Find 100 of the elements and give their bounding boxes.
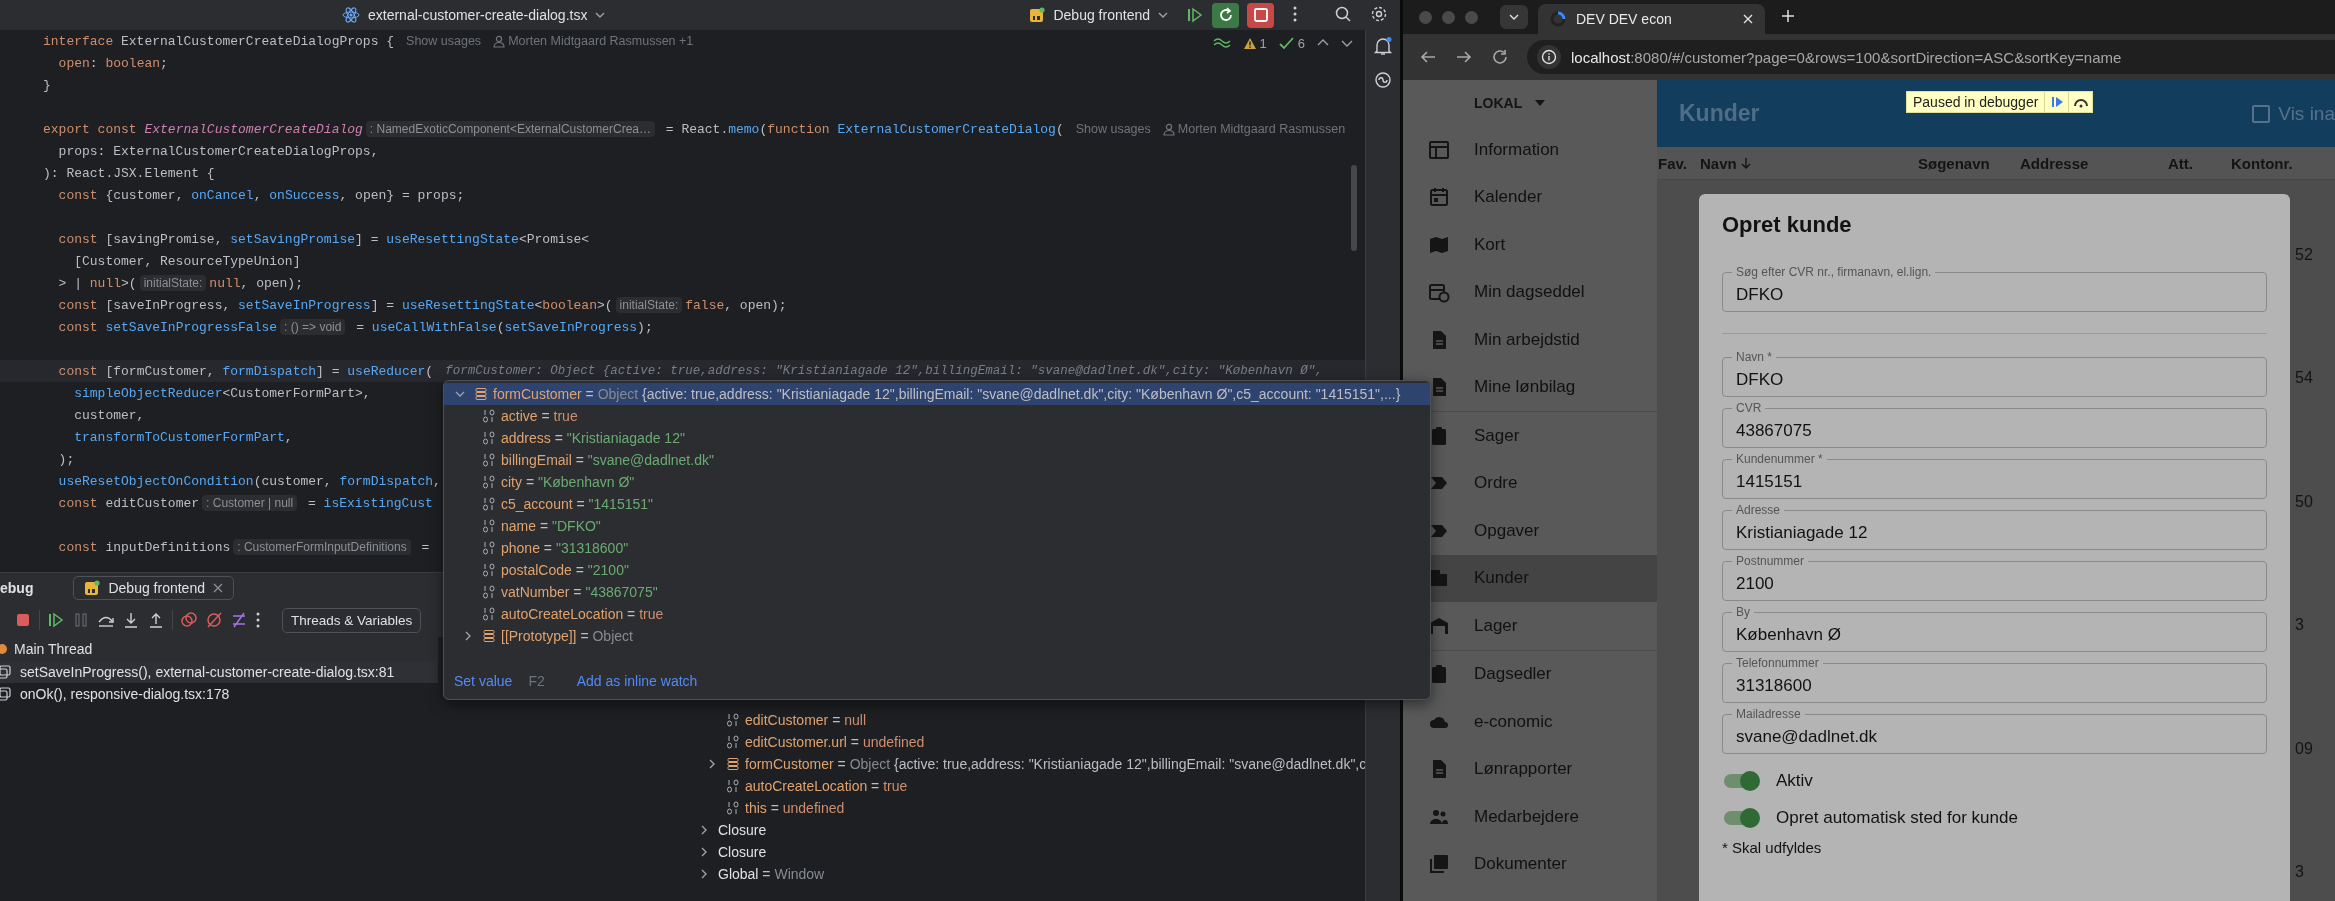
thread-status-icon xyxy=(0,643,8,655)
author-name: Morten Midtgaard Rasmussen +1 xyxy=(508,34,694,48)
frame-icon xyxy=(0,687,12,701)
binary-icon xyxy=(482,607,496,621)
popup-action-link[interactable]: Set value xyxy=(454,673,513,689)
table-cell: 3 xyxy=(2295,862,2304,880)
text-field[interactable]: Telefonnummer 31318600 xyxy=(1722,657,2267,703)
check-icon xyxy=(1278,36,1295,50)
tree-row[interactable]: this = undefined xyxy=(690,797,1365,819)
author-name: Morten Midtgaard Rasmussen xyxy=(1177,122,1346,136)
binary-icon xyxy=(726,735,740,749)
person-icon xyxy=(493,34,506,48)
more-icon[interactable] xyxy=(1292,4,1298,23)
chevron-up-icon[interactable] xyxy=(1317,38,1329,48)
chevron-icon xyxy=(1158,10,1168,20)
switch-label: Aktiv xyxy=(1776,770,1813,791)
sort-arrow-icon xyxy=(1740,157,1751,169)
stop-icon xyxy=(1252,7,1269,23)
tree-row[interactable]: editCustomer = null xyxy=(690,709,1365,731)
new-tab-icon[interactable] xyxy=(1781,8,1795,23)
stop-icon[interactable] xyxy=(14,611,32,629)
show-usages-link[interactable]: Show usages xyxy=(1075,122,1151,136)
warning-count[interactable]: 1 xyxy=(1242,35,1267,51)
stop-button[interactable] xyxy=(1247,2,1274,28)
code-line: const setSaveInProgressFalse : () => void = useCallWithFalse(setSaveInProgress); xyxy=(57,318,653,337)
js-icon xyxy=(84,580,101,596)
warning-icon xyxy=(1242,36,1257,50)
code-line: const [savingPromise, setSavingPromise] = useResettingState<Promise< xyxy=(57,230,590,249)
text-field[interactable]: Kundenummer * 1415151 xyxy=(1722,453,2267,499)
code-line: ): React.JSX.Element { xyxy=(42,164,215,183)
popup-action-link[interactable]: Add as inline watch xyxy=(576,673,698,689)
address-bar[interactable]: localhost:8080/#/customer?page=0&rows=100&sortDirection=ASC&sortKey=name xyxy=(1527,40,2335,74)
settings-icon[interactable] xyxy=(1370,4,1388,23)
table-cell: 3 xyxy=(2295,616,2304,634)
close-icon[interactable] xyxy=(213,583,223,593)
text-field[interactable]: Postnummer 2100 xyxy=(1722,555,2267,601)
step-into-icon[interactable] xyxy=(122,611,140,629)
stack-frame[interactable]: onOk(), responsive-dialog.tsx:178 xyxy=(0,683,438,705)
mute-breakpoints-icon[interactable] xyxy=(205,611,223,629)
session-tab[interactable]: Debug frontend xyxy=(73,576,234,600)
required-note: * Skal udfyldes xyxy=(1722,837,1823,858)
scrollbar[interactable] xyxy=(1351,165,1357,251)
toggle-switch[interactable] xyxy=(1722,770,1760,791)
code-line: } xyxy=(42,76,51,95)
resume-icon[interactable] xyxy=(1186,6,1204,24)
text-field[interactable]: CVR 43867075 xyxy=(1722,402,2267,448)
breakpoints-icon[interactable] xyxy=(180,611,198,629)
step-out-icon[interactable] xyxy=(147,611,165,629)
rerun-button[interactable] xyxy=(1212,2,1239,28)
info-icon[interactable] xyxy=(1537,45,1561,69)
binary-icon xyxy=(482,563,496,577)
binary-icon xyxy=(482,497,496,511)
switch-label: Opret automatisk sted for kunde xyxy=(1776,807,2018,828)
tree-row[interactable]: autoCreateLocation = true xyxy=(690,775,1365,797)
search-icon[interactable] xyxy=(1334,4,1352,23)
tool-window-title: ebug xyxy=(0,580,34,596)
chevron-icon xyxy=(595,10,606,20)
binary-icon xyxy=(482,541,496,555)
thread-selector[interactable]: Main Thread xyxy=(0,637,438,661)
more-icon[interactable] xyxy=(255,611,261,629)
file-selector[interactable]: external-customer-create-dialog.tsx xyxy=(342,6,606,24)
binary-icon xyxy=(482,453,496,467)
resume-icon[interactable] xyxy=(47,611,65,629)
binary-icon xyxy=(482,409,496,423)
react-icon xyxy=(342,6,360,24)
favicon-icon xyxy=(1550,11,1566,27)
passed-check-count[interactable]: 6 xyxy=(1278,35,1305,51)
tree-row[interactable]: editCustomer.url = undefined xyxy=(690,731,1365,753)
checkbox[interactable] xyxy=(2252,104,2271,123)
shortcut-hint: F2 xyxy=(528,673,545,689)
run-config-selector[interactable]: Debug frontend xyxy=(1029,7,1168,23)
js-icon xyxy=(1029,7,1046,23)
text-field[interactable]: Navn * DFKO xyxy=(1722,351,2267,397)
text-field[interactable]: Mailadresse svane@dadlnet.dk xyxy=(1722,708,2267,754)
binary-icon xyxy=(482,431,496,445)
show-usages-link[interactable]: Show usages xyxy=(406,34,482,48)
banner-text: Paused in debugger xyxy=(1912,94,2040,110)
tree-row[interactable]: Closure xyxy=(690,841,1365,863)
browser-tab[interactable]: DEV DEV econ xyxy=(1538,4,1765,34)
tree-row[interactable]: Closure xyxy=(690,819,1365,841)
stack-frame[interactable]: setSaveInProgress(), external-customer-create-dialog.tsx:81 xyxy=(0,661,438,683)
reload-icon[interactable] xyxy=(1491,48,1509,66)
notifications-icon[interactable] xyxy=(1373,36,1393,56)
chevron-down-icon[interactable] xyxy=(1341,38,1353,48)
toggle-switch[interactable] xyxy=(1722,807,1760,828)
stack-icon xyxy=(474,387,488,401)
binary-icon xyxy=(482,519,496,533)
text-field[interactable]: By København Ø xyxy=(1722,606,2267,652)
code-line: export const ExternalCustomerCreateDialog : NamedExoticComponent<ExternalCustomerCrea… = React.memo(function ExternalCustomerCreateDialog( xyxy=(42,120,1064,139)
slash-icon[interactable] xyxy=(230,611,248,629)
tab-list-button[interactable] xyxy=(1500,5,1528,29)
code-line: const inputDefinitions : CustomerFormInputDefinitions = xyxy=(57,538,430,557)
code-line: transformToCustomerFormPart, xyxy=(73,428,293,447)
tree-row[interactable]: formCustomer = Object {active: true,address: "Kristianiagade 12",billingEmail: "svane@dadlnet.dk",city: "København Ø",c5_account: "1415151",...} xyxy=(444,383,1430,405)
text-field[interactable]: Adresse Kristianiagade 12 xyxy=(1722,504,2267,550)
binary-icon xyxy=(726,779,740,793)
code-line: useResetObjectOnCondition(customer, formDispatch, xyxy=(57,472,441,491)
search-field[interactable]: Søg efter CVR nr., firmanavn, el.lign. DFKO xyxy=(1722,266,2267,312)
tree-row[interactable]: Global = Window xyxy=(690,863,1365,885)
threads-variables-button[interactable]: Threads & Variables xyxy=(282,607,422,633)
